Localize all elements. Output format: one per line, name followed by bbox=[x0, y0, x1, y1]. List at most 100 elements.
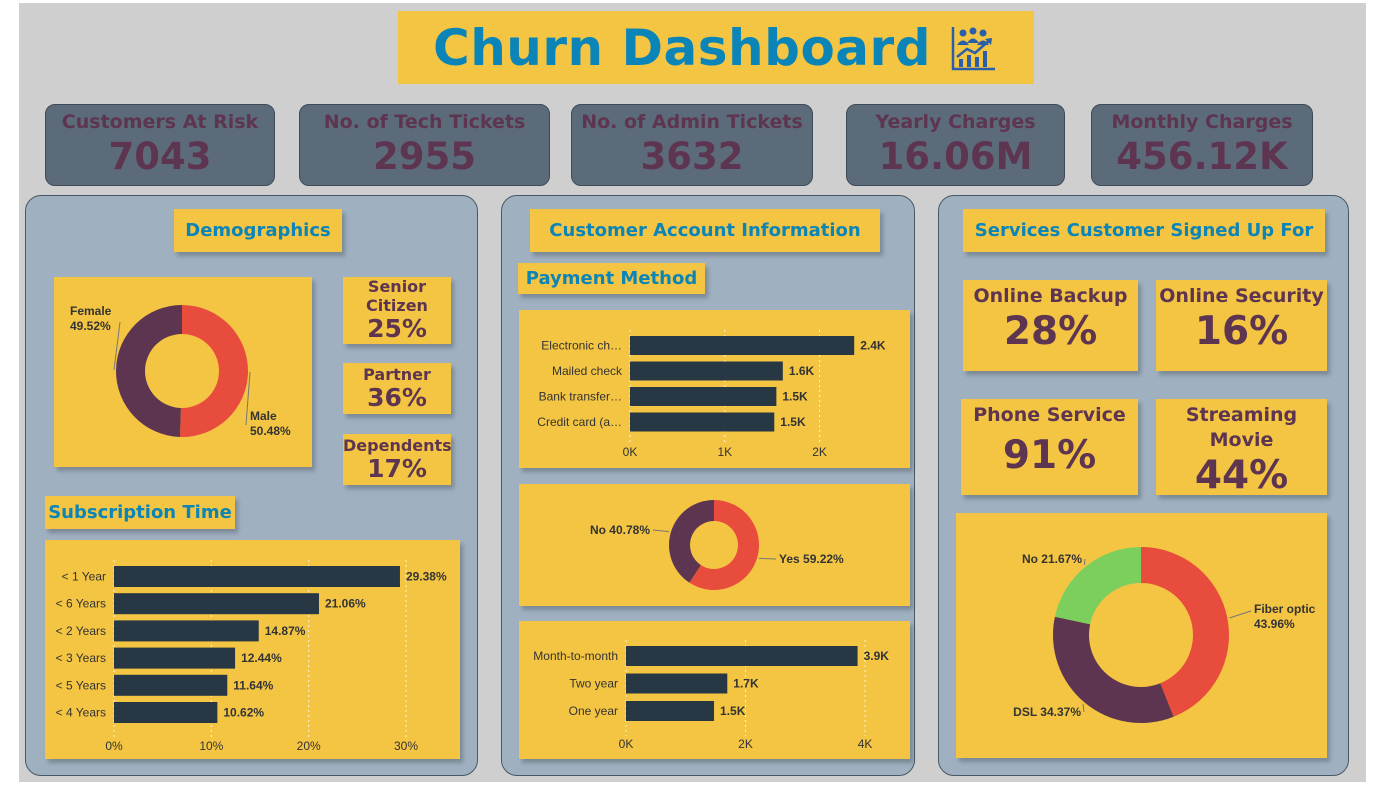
category-label: One year bbox=[569, 704, 618, 718]
leader-line bbox=[759, 557, 777, 560]
online-backup-label: Online Backup bbox=[973, 285, 1128, 307]
contract-bar-svg: 0K 2K 4K Month-to-month 3.9K Two year 1.7K One … bbox=[533, 640, 890, 751]
bar bbox=[114, 620, 259, 642]
bar bbox=[630, 336, 855, 355]
senior-citizen-card: Senior Citizen 25% bbox=[343, 277, 451, 344]
payment-chart: 0K 1K 2K Electronic ch… 2.4K Mailed check 1.6K… bbox=[519, 310, 910, 468]
kpi-admin-tickets: No. of Admin Tickets 3632 bbox=[571, 104, 813, 186]
slice-label: DSL 34.37% bbox=[1013, 705, 1081, 719]
page-title: Churn Dashboard bbox=[433, 18, 931, 77]
partner-value: 36% bbox=[367, 383, 427, 412]
kpi-tech-tickets: No. of Tech Tickets 2955 bbox=[299, 104, 550, 186]
kpi-yearly-charges: Yearly Charges 16.06M bbox=[846, 104, 1065, 186]
donut-slice bbox=[180, 305, 248, 437]
donut-slice bbox=[115, 305, 182, 437]
kpi-label: Monthly Charges bbox=[1111, 111, 1293, 133]
paperless-chart: Yes 59.22% No 40.78% bbox=[519, 484, 910, 606]
gender-donut-svg: Male50.48% Female49.52% bbox=[70, 304, 291, 438]
category-label: Credit card (a… bbox=[537, 415, 622, 429]
category-label: < 5 Years bbox=[56, 678, 106, 692]
kpi-label: No. of Tech Tickets bbox=[323, 111, 526, 133]
demographics-heading: Demographics bbox=[174, 209, 342, 252]
slice-label: Yes 59.22% bbox=[779, 552, 844, 566]
slice-label: Male bbox=[250, 409, 277, 423]
data-label: 12.44% bbox=[241, 651, 282, 665]
paperless-donut-svg: Yes 59.22% No 40.78% bbox=[590, 500, 844, 590]
kpi-customers-at-risk: Customers At Risk 7043 bbox=[45, 104, 275, 186]
data-label: 1.5K bbox=[782, 390, 808, 404]
kpi-label: Yearly Charges bbox=[875, 111, 1036, 133]
payment-heading: Payment Method bbox=[518, 263, 705, 294]
account-heading: Customer Account Information bbox=[530, 209, 880, 252]
x-tick-label: 1K bbox=[717, 445, 732, 459]
online-security-label: Online Security bbox=[1159, 285, 1324, 307]
x-tick-label: 2K bbox=[812, 445, 827, 459]
dependents-value: 17% bbox=[367, 454, 427, 483]
online-backup-card: Online Backup 28% bbox=[963, 280, 1138, 371]
bar bbox=[114, 566, 400, 587]
data-label: 21.06% bbox=[325, 597, 366, 611]
senior-citizen-value: 25% bbox=[367, 314, 427, 343]
leader-line bbox=[652, 529, 670, 533]
phone-service-label: Phone Service bbox=[973, 404, 1126, 426]
x-tick-label: 4K bbox=[858, 737, 873, 751]
bar bbox=[114, 674, 228, 696]
category-label: < 2 Years bbox=[56, 624, 106, 638]
data-label: 3.9K bbox=[864, 649, 890, 663]
streaming-movie-label: Streaming Movie bbox=[1185, 404, 1298, 451]
bar bbox=[626, 646, 858, 666]
leader-line bbox=[1083, 558, 1086, 566]
data-label: 29.38% bbox=[406, 570, 447, 584]
slice-label: Female bbox=[70, 304, 112, 318]
partner-label: Partner bbox=[363, 365, 431, 384]
kpi-label: Customers At Risk bbox=[61, 111, 259, 133]
payment-title: Payment Method bbox=[525, 268, 698, 289]
data-label: 11.64% bbox=[233, 678, 273, 692]
kpi-value: 2955 bbox=[373, 135, 476, 178]
online-backup-value: 28% bbox=[1003, 309, 1098, 354]
dashboard-canvas: Churn Dashboard Customers At Risk 7043 N… bbox=[19, 3, 1366, 782]
category-label: Electronic ch… bbox=[541, 339, 622, 353]
gender-chart: Male 50.48% Female 49.52% bbox=[54, 277, 312, 467]
bar bbox=[626, 673, 728, 694]
category-label: < 4 Years bbox=[56, 706, 106, 720]
subscription-chart: 0% 10% 20% 30% < 1 Year 29.38% < 6 Years 21.06%… bbox=[45, 540, 460, 759]
bar bbox=[114, 702, 218, 723]
bar bbox=[630, 387, 777, 406]
slice-label: Fiber optic bbox=[1254, 602, 1316, 616]
data-label: 14.87% bbox=[265, 624, 306, 638]
subscription-bar-svg: 0% 10% 20% 30% < 1 Year 29.38% < 6 Years 21.06%… bbox=[56, 560, 447, 753]
services-title: Services Customer Signed Up For bbox=[974, 220, 1314, 241]
category-label: < 6 Years bbox=[56, 597, 106, 611]
demographics-title: Demographics bbox=[185, 220, 331, 241]
category-label: < 1 Year bbox=[62, 570, 106, 584]
bar bbox=[626, 701, 715, 721]
contract-chart: 0K 2K 4K Month-to-month 3.9K Two year 1.7K One … bbox=[519, 621, 910, 759]
kpi-value: 456.12K bbox=[1116, 135, 1288, 178]
team-chart-icon bbox=[951, 26, 995, 70]
slice-label: No 21.67% bbox=[1022, 552, 1082, 566]
x-tick-label: 30% bbox=[394, 739, 418, 753]
phone-service-value: 91% bbox=[1002, 433, 1097, 478]
slice-value: 50.48% bbox=[250, 424, 291, 438]
senior-citizen-label: Senior Citizen bbox=[366, 277, 428, 315]
category-label: Mailed check bbox=[552, 364, 623, 378]
x-tick-label: 0K bbox=[623, 445, 638, 459]
x-tick-label: 20% bbox=[297, 739, 321, 753]
data-label: 1.5K bbox=[780, 415, 806, 429]
slice-label: No 40.78% bbox=[590, 523, 650, 537]
data-label: 1.5K bbox=[720, 704, 746, 718]
streaming-movie-card: Streaming Movie 44% bbox=[1156, 399, 1327, 498]
bar bbox=[114, 593, 319, 615]
kpi-value: 3632 bbox=[640, 135, 744, 178]
data-label: 1.6K bbox=[789, 364, 815, 378]
subscription-title: Subscription Time bbox=[48, 502, 232, 523]
data-label: 10.62% bbox=[223, 706, 264, 720]
data-label: 1.7K bbox=[733, 677, 759, 691]
account-title: Customer Account Information bbox=[549, 220, 861, 241]
internet-donut-svg: Fiber optic43.96% DSL 34.37% No 21.67% bbox=[1013, 547, 1316, 723]
title-banner: Churn Dashboard bbox=[398, 11, 1034, 84]
online-security-card: Online Security 16% bbox=[1156, 280, 1327, 371]
category-label: Two year bbox=[569, 677, 618, 691]
subscription-heading: Subscription Time bbox=[45, 496, 235, 529]
